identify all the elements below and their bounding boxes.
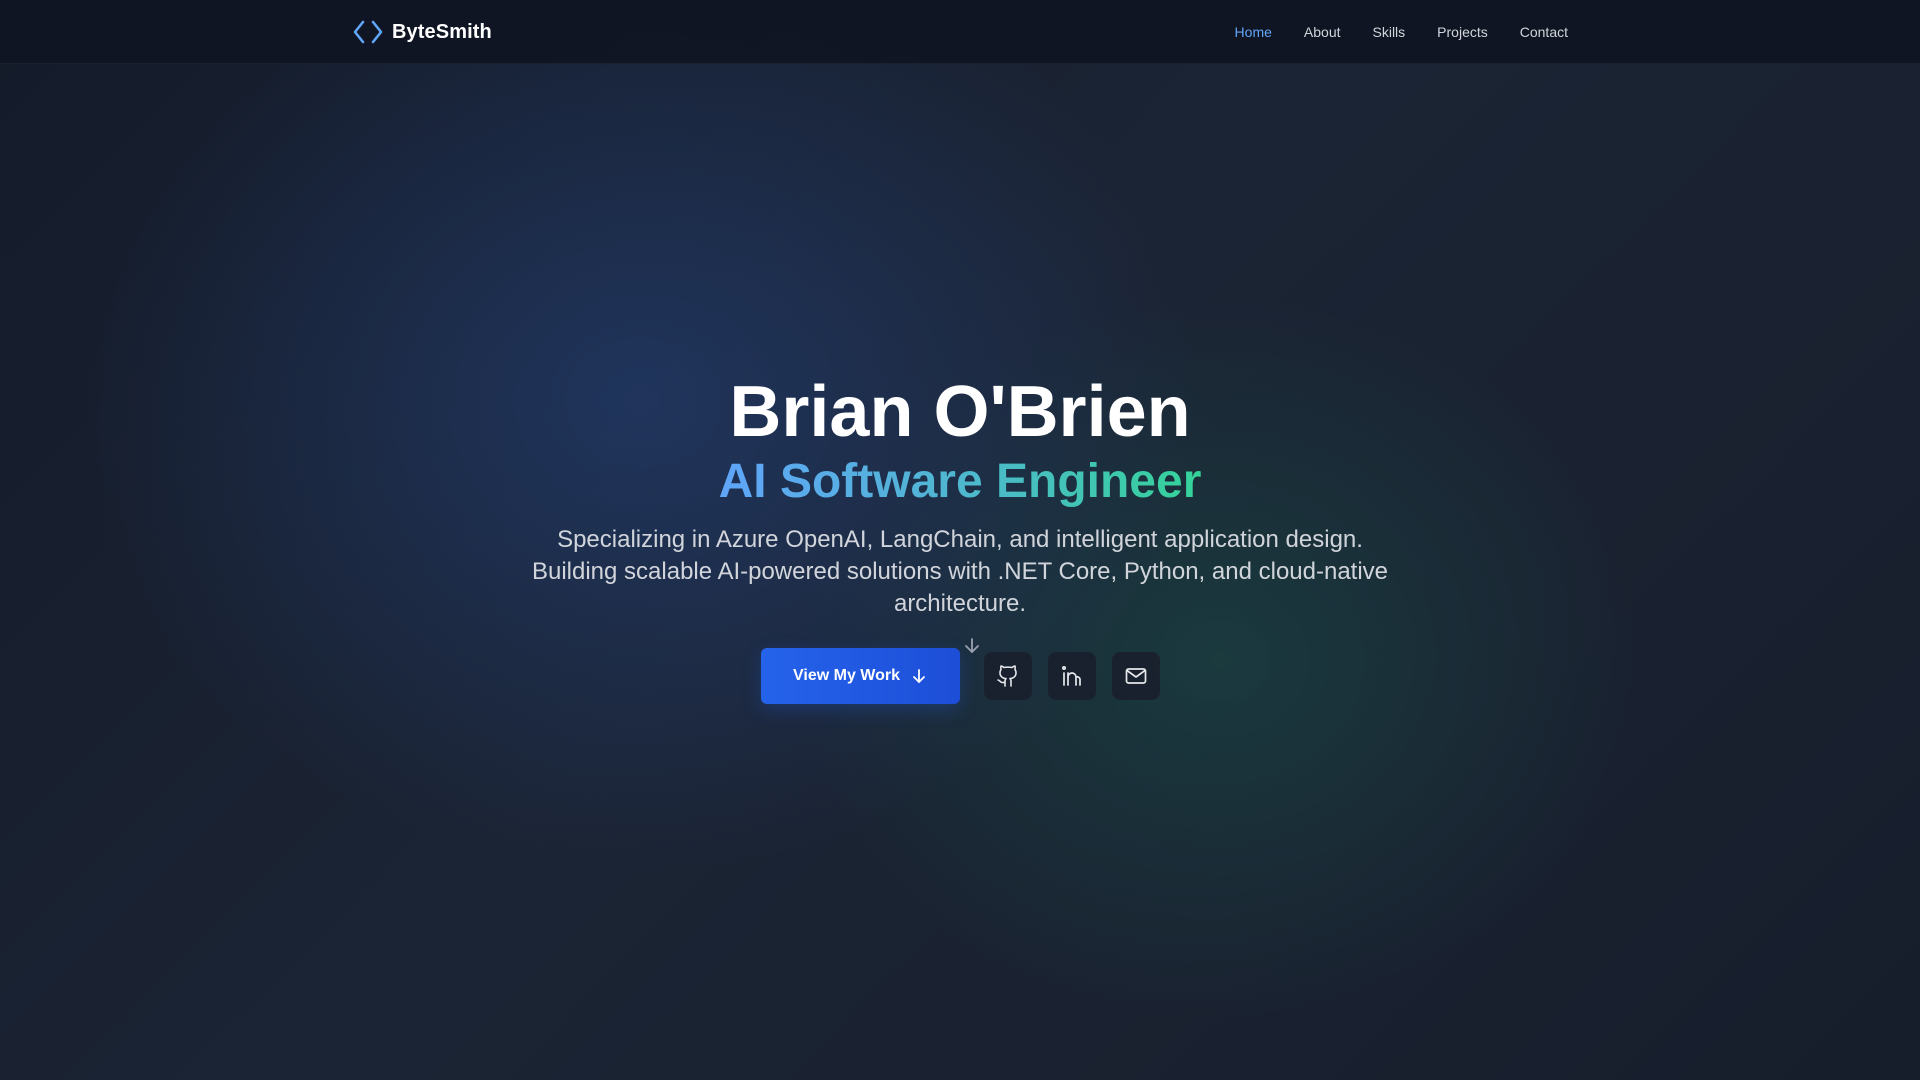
view-my-work-button[interactable]: View My Work [761, 648, 960, 704]
github-icon [997, 665, 1017, 687]
hero-name: Brian O'Brien [729, 372, 1191, 452]
linkedin-icon [1061, 665, 1081, 686]
hero-actions: View My Work [761, 648, 1160, 704]
hero-section: Brian O'Brien AI Software Engineer Speci… [0, 370, 1920, 620]
view-my-work-label: View My Work [793, 667, 900, 684]
brand-name: ByteSmith [392, 20, 492, 43]
mail-icon [1125, 668, 1147, 684]
code-brackets-icon [353, 20, 383, 44]
nav-item-contact[interactable]: Contact [1520, 24, 1568, 40]
social-links [984, 652, 1160, 700]
nav-item-skills[interactable]: Skills [1373, 24, 1406, 40]
linkedin-link-button[interactable] [1048, 652, 1096, 700]
nav-item-home[interactable]: Home [1235, 24, 1272, 40]
hero-description: Specializing in Azure OpenAI, LangChain,… [531, 526, 1389, 617]
nav-menu: Home About Skills Projects Contact [1235, 0, 1568, 64]
navbar: ByteSmith Home About Skills Projects Con… [0, 0, 1920, 64]
email-link-button[interactable] [1112, 652, 1160, 700]
hero-role: AI Software Engineer [718, 455, 1202, 508]
brand-logo[interactable]: ByteSmith [352, 18, 492, 46]
nav-item-projects[interactable]: Projects [1437, 24, 1488, 40]
nav-item-about[interactable]: About [1304, 24, 1341, 40]
github-link-button[interactable] [984, 652, 1032, 700]
arrow-down-icon [913, 669, 925, 683]
